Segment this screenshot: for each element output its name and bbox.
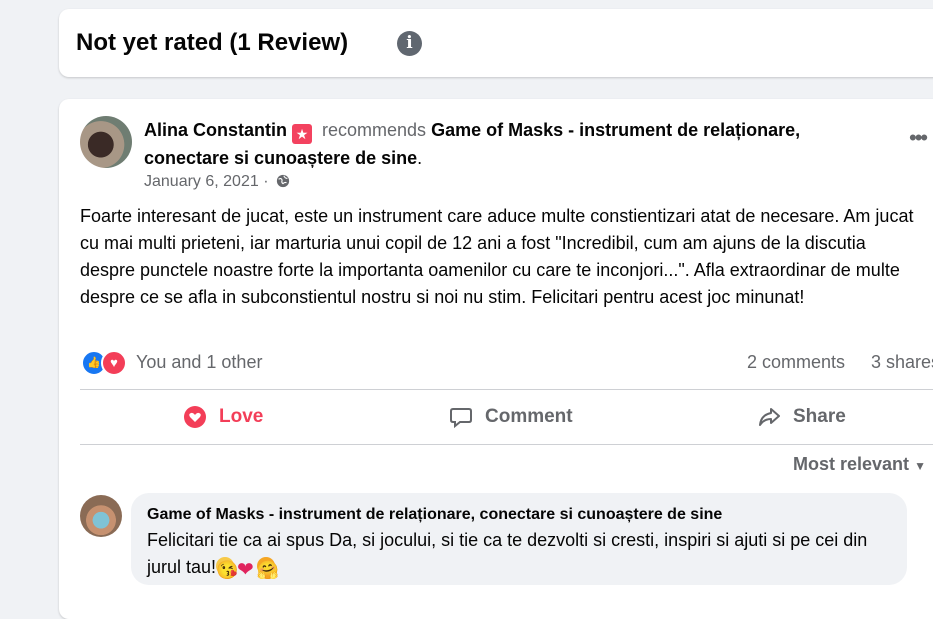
comment-body: Felicitari tie ca ai spus Da, si jocului… [147,530,868,577]
recommends-verb: recommends [322,120,427,140]
globe-icon[interactable] [276,174,290,188]
comment-label: Comment [485,406,573,427]
post-body: Foarte interesant de jucat, este un inst… [80,206,914,307]
reaction-summary[interactable]: You and 1 other [136,352,262,373]
commenter-avatar[interactable] [80,495,122,537]
more-options-icon[interactable]: ••• [909,125,928,151]
post-date[interactable]: January 6, 2021 [144,173,259,190]
love-button[interactable]: Love [183,399,263,435]
divider [80,389,933,390]
info-icon[interactable]: i [397,31,422,56]
comment-bubble: Game of Masks - instrument de relaționar… [131,493,907,585]
share-label: Share [793,406,846,427]
share-icon [759,408,780,426]
shares-count[interactable]: 3 shares [871,352,933,373]
share-button[interactable]: Share [757,399,846,435]
sort-label: Most relevant [793,454,910,474]
rating-title: Not yet rated (1 Review) [76,29,349,56]
date-separator: · [263,173,269,190]
comment-author[interactable]: Game of Masks - instrument de relaționar… [147,506,722,524]
page-suffix: . [417,148,423,168]
comment-text: Felicitari tie ca ai spus Da, si jocului… [147,527,892,581]
comments-count[interactable]: 2 comments [747,352,845,373]
post-header: Alina Constantin ★ recommends Game of Mask… [144,116,864,172]
comment-sort-dropdown[interactable]: Most relevant ▼ [793,454,926,475]
love-reaction-icon: ♥ [101,350,127,376]
review-post: Alina Constantin ★ recommends Game of Mask… [59,99,933,619]
comment-button[interactable]: Comment [449,399,573,435]
rating-card: Not yet rated (1 Review) i [59,9,933,77]
caret-down-icon: ▼ [914,459,926,473]
comment-icon [450,408,472,429]
kiss-emoji: 😘 [216,557,238,580]
star-badge-icon: ★ [292,124,312,144]
love-icon [184,406,206,428]
post-date-row: January 6, 2021 · [144,173,290,191]
heart-emoji: ❤ [237,559,254,581]
love-label: Love [219,406,264,427]
author-avatar[interactable] [80,116,132,168]
author-name[interactable]: Alina Constantin [144,120,287,140]
divider [80,444,933,445]
hug-emoji: 🤗 [256,557,279,580]
